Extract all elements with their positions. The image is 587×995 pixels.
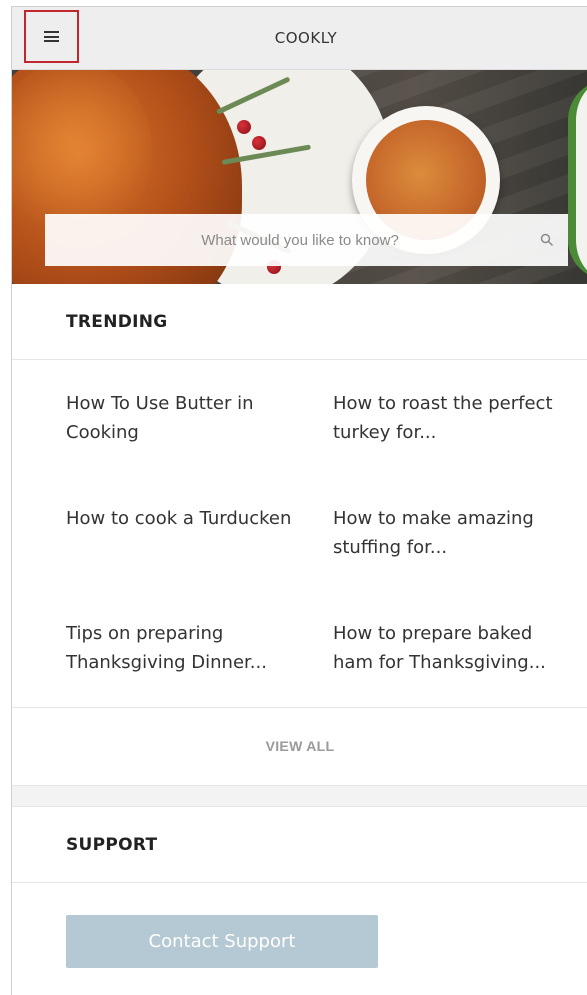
search-input[interactable]: [45, 214, 515, 266]
side-dish-image: [568, 80, 587, 280]
trending-item[interactable]: How to cook a Turducken: [66, 504, 296, 533]
support-header: SUPPORT: [12, 807, 587, 883]
cranberry-image: [252, 136, 266, 150]
top-bar: COOKLY: [12, 7, 587, 70]
app-frame: COOKLY TRENDING How To Use Butter: [11, 6, 587, 995]
trending-item[interactable]: How to make amazing stuffing for...: [333, 504, 563, 562]
search-bar: [45, 214, 568, 266]
hero-banner: [12, 70, 587, 284]
trending-header: TRENDING: [12, 284, 587, 360]
section-divider: [12, 785, 587, 807]
trending-item[interactable]: How to roast the perfect turkey for...: [333, 389, 563, 447]
trending-item[interactable]: Tips on preparing Thanksgiving Dinner...: [66, 619, 296, 677]
contact-support-button[interactable]: Contact Support: [66, 915, 378, 968]
trending-list: How To Use Butter in Cooking How to roas…: [12, 361, 587, 708]
trending-item[interactable]: How To Use Butter in Cooking: [66, 389, 296, 447]
cranberry-image: [237, 120, 251, 134]
app-title: COOKLY: [274, 29, 338, 47]
view-all-link[interactable]: VIEW ALL: [266, 738, 335, 754]
trending-item[interactable]: How to prepare baked ham for Thanksgivin…: [333, 619, 563, 677]
support-title: SUPPORT: [66, 835, 158, 855]
trending-title: TRENDING: [66, 312, 168, 332]
view-all-row: VIEW ALL: [12, 707, 587, 785]
search-icon[interactable]: [540, 233, 554, 247]
